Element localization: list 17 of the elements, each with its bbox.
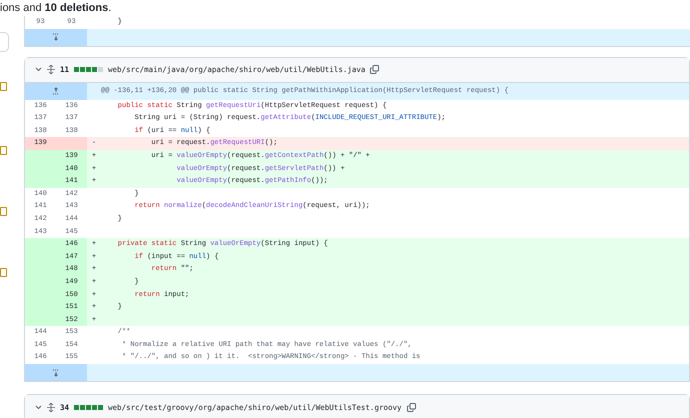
diffstat-bar [74,404,104,410]
field-edge [0,32,9,52]
file-icon [0,207,7,216]
file-icon [0,146,7,155]
chevron-down-icon[interactable] [35,404,42,411]
copy-icon[interactable] [406,402,416,412]
copy-icon[interactable] [370,65,380,74]
diffstat-bar [74,67,104,72]
chevron-down-icon[interactable] [35,66,42,74]
expand-all-icon[interactable] [47,65,55,74]
file-icon [0,82,7,91]
diff-summary: ions and 10 deletions. [0,1,112,16]
file-icon [0,268,7,277]
expand-down-icon[interactable] [52,33,60,42]
expand-down-icon[interactable] [52,368,60,377]
expand-up-icon[interactable] [52,87,60,96]
expand-all-icon[interactable] [47,402,55,412]
